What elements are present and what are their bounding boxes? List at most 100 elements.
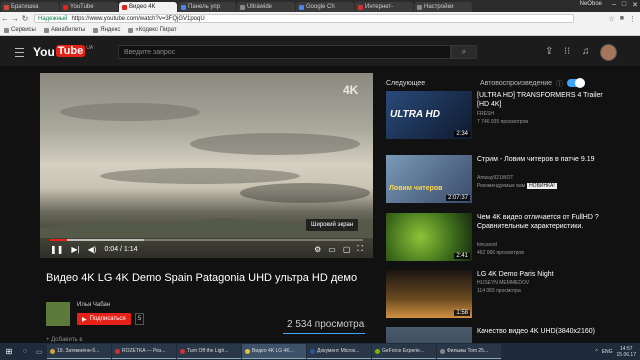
upload-icon[interactable]: ⇪ <box>545 46 553 57</box>
recommended-channel[interactable]: Amway921WOT <box>477 175 513 181</box>
extension-icon[interactable]: ■ <box>620 15 624 23</box>
subscribe-button[interactable]: ▶ Подписаться <box>77 313 131 325</box>
recommended-video[interactable]: Ловим читеров 2:07:37 Стрим - Ловим чите… <box>386 155 616 217</box>
taskbar-item[interactable]: ROZETKA — Рез... <box>112 344 176 359</box>
app-icon <box>115 348 120 354</box>
tab-label: Google Ch <box>306 4 335 10</box>
forward-arrow-icon[interactable]: → <box>10 14 20 23</box>
tab-label: Ultrawide <box>247 4 273 10</box>
video-duration: 2:34 <box>454 131 470 137</box>
recommended-video[interactable]: 1:58 LG 4K Demo Paris Night HUSEYN MEMME… <box>386 270 616 332</box>
user-avatar[interactable] <box>600 44 617 61</box>
search-input[interactable]: Введите запрос <box>118 45 451 59</box>
video-4k-badge: 4K <box>343 83 359 97</box>
taskbar-item[interactable]: Фильмы Tom 25... <box>437 344 501 359</box>
menu-icon[interactable] <box>15 48 24 57</box>
browser-user-name[interactable]: NeOboe <box>580 1 602 7</box>
windows-taskbar: ⊞ ○ ▭ 19. Затемнённ-б... ROZETKA — Рез...… <box>0 343 640 360</box>
next-icon[interactable]: ▶| <box>71 245 79 254</box>
theater-mode-icon[interactable]: ▭ <box>328 245 336 254</box>
autoplay-toggle[interactable] <box>567 78 585 88</box>
app-icon <box>50 348 55 354</box>
youtube-logo[interactable]: You Tube UA <box>33 45 93 59</box>
recommended-channel[interactable]: HUSEYN MEMMEDOV <box>477 280 529 286</box>
tab-favicon-icon <box>63 4 68 10</box>
video-progress-bar[interactable] <box>50 239 363 241</box>
notifications-bell-icon[interactable]: ♫ <box>582 46 590 57</box>
browser-tab-bar: Братишка YouTube Видео 4K Панель упр Ultrawi… <box>0 0 640 12</box>
recommended-title[interactable]: Стрим - Ловим читеров в патче 9.19 <box>477 155 615 164</box>
video-time: 0:04 / 1:14 <box>104 245 138 253</box>
app-icon <box>375 348 380 354</box>
taskbar-item[interactable]: 19. Затемнённ-б... <box>47 344 111 359</box>
pause-icon[interactable]: ❚❚ <box>50 245 63 254</box>
tab-label: Панель упр <box>188 4 220 10</box>
star-icon[interactable]: ☆ <box>608 15 614 23</box>
url-text[interactable]: https://www.youtube.com/watch?v=3FQjGV1p… <box>71 16 204 22</box>
browser-tab[interactable]: Видео 4K <box>119 2 177 12</box>
video-thumbnail[interactable]: 1:58 <box>386 270 472 318</box>
page-icon <box>128 27 134 33</box>
taskbar-clock[interactable]: 14:57 15.06.17 <box>617 346 636 358</box>
windows-start-icon[interactable]: ⊞ <box>0 343 18 360</box>
subscriber-count: 5 <box>135 313 144 325</box>
maximize-icon[interactable]: □ <box>622 1 626 9</box>
recommended-title[interactable]: [ULTRA HD] TRANSFORMERS 4 Trailer [HD 4K… <box>477 91 615 109</box>
taskbar-item[interactable]: Документ Micros... <box>307 344 371 359</box>
bookmark-flights[interactable]: Авиабилеты <box>43 27 85 33</box>
url-field[interactable]: Надежный https://www.youtube.com/watch?v… <box>34 14 574 23</box>
autoplay-label: Автовоспроизведение <box>480 80 553 87</box>
video-player[interactable]: 4K Широкий экран ❚❚ ▶| ◀) 0:04 / 1:14 ⚙ … <box>40 73 373 258</box>
recommended-title[interactable]: Чем 4K видео отличается от FullHD ? Срав… <box>477 213 615 231</box>
close-icon[interactable]: ✕ <box>632 1 638 9</box>
minimize-icon[interactable]: – <box>612 1 616 9</box>
recommended-video[interactable]: 2:41 Чем 4K видео отличается от FullHD ?… <box>386 213 616 275</box>
apps-grid-icon[interactable]: ⁝⁝ <box>564 46 570 57</box>
browser-tab[interactable]: Панель упр <box>178 2 236 12</box>
video-thumbnail[interactable] <box>386 327 472 343</box>
taskbar-item[interactable]: Видео 4K LG 4K... <box>242 344 306 359</box>
browser-tab[interactable]: Интернет- <box>355 2 413 12</box>
language-indicator[interactable]: ENG <box>602 349 613 355</box>
volume-icon[interactable]: ◀) <box>88 245 97 254</box>
bookmark-yandex[interactable]: Яндекс <box>93 27 120 33</box>
task-view-icon[interactable]: ▭ <box>32 343 46 360</box>
recommended-video[interactable]: ULTRA HD 2:34 [ULTRA HD] TRANSFORMERS 4 … <box>386 91 616 153</box>
new-badge: НОВИНКА! <box>527 183 557 189</box>
bookmark-codex[interactable]: «Кодекс Пират <box>128 27 177 33</box>
cloud-shape <box>100 168 300 184</box>
cast-icon[interactable]: ▢ <box>343 245 351 254</box>
tray-arrow-icon[interactable]: ^ <box>595 349 597 355</box>
search-button[interactable]: ⌕ <box>451 45 477 59</box>
yandex-icon <box>93 27 99 33</box>
video-thumbnail[interactable]: ULTRA HD 2:34 <box>386 91 472 139</box>
up-next-heading: Следующее <box>386 80 426 87</box>
browser-tab[interactable]: Настройки <box>414 2 472 12</box>
channel-name[interactable]: Илья Чабан <box>77 302 110 308</box>
video-thumbnail[interactable]: Ловим читеров 2:07:37 <box>386 155 472 203</box>
browser-tab[interactable]: YouTube <box>60 2 118 12</box>
video-thumbnail[interactable]: 2:41 <box>386 213 472 261</box>
settings-gear-icon[interactable]: ⚙ <box>314 245 321 254</box>
menu-dots-icon[interactable]: ⋮ <box>629 15 636 23</box>
recommended-channel[interactable]: kincavod <box>477 242 497 248</box>
recommended-title[interactable]: Качество видео 4K UHD(3840x2160) <box>477 327 615 336</box>
taskbar-item[interactable]: Turn Off the Ligh... <box>177 344 241 359</box>
taskbar-item[interactable]: GeForce Experie... <box>372 344 436 359</box>
browser-tab[interactable]: Ultrawide <box>237 2 295 12</box>
tab-favicon-icon <box>4 4 9 10</box>
tab-label: Видео 4K <box>129 4 156 10</box>
search-icon[interactable]: ○ <box>18 343 32 360</box>
channel-avatar[interactable] <box>46 302 70 326</box>
fullscreen-icon[interactable]: ⛶ <box>357 244 363 254</box>
browser-tab[interactable]: Братишка <box>1 2 59 12</box>
recommended-views: 114 083 просмотра <box>477 288 521 294</box>
recommended-title[interactable]: LG 4K Demo Paris Night <box>477 270 615 279</box>
back-arrow-icon[interactable]: ← <box>0 14 10 23</box>
recommended-channel[interactable]: FRESH <box>477 111 494 117</box>
help-icon[interactable]: ⓘ <box>556 79 563 89</box>
recommended-video[interactable]: Качество видео 4K UHD(3840x2160) <box>386 327 616 343</box>
browser-tab[interactable]: Google Ch <box>296 2 354 12</box>
reload-icon[interactable]: ↻ <box>20 14 30 23</box>
bookmark-services[interactable]: Сервисы <box>4 27 36 33</box>
